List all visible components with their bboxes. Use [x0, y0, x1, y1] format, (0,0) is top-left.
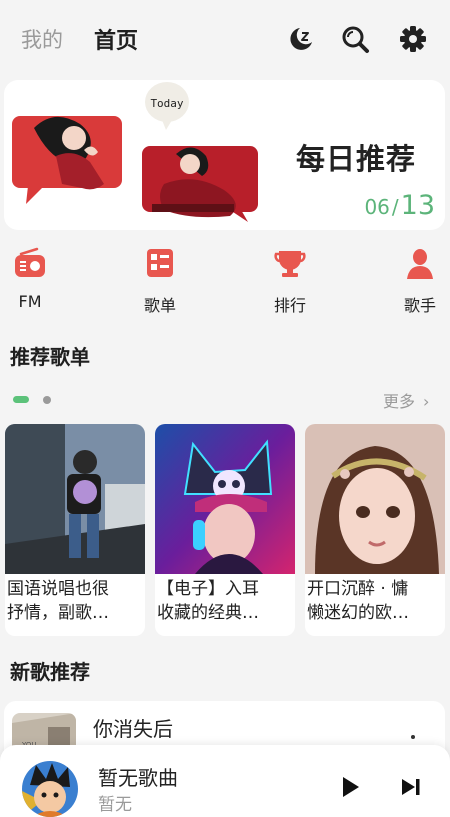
singer-icon	[407, 249, 433, 279]
today-bubble-text: Today	[150, 97, 183, 110]
nav-fm[interactable]: FM	[0, 246, 60, 311]
daily-slash: /	[391, 195, 399, 219]
carousel-dot-active[interactable]	[13, 396, 29, 403]
playlist-title-line: 【电子】入耳	[157, 579, 259, 599]
nav-rank-label: 排行	[273, 296, 306, 315]
nav-fm-label: FM	[18, 292, 42, 311]
quick-nav: FM 歌单 排行 歌手	[0, 246, 450, 318]
more-options-icon[interactable]	[411, 735, 415, 739]
playlist-title-line: 国语说唱也很	[7, 579, 109, 599]
player-artist: 暂无	[98, 795, 132, 815]
song-title: 你消失后	[93, 717, 173, 741]
playlist-cover	[305, 424, 445, 574]
daily-date: 06/13	[364, 190, 435, 221]
playlist-title-line: 收藏的经典…	[157, 603, 259, 623]
nav-playlist-label: 歌单	[143, 296, 176, 315]
player-avatar	[22, 761, 78, 817]
recommend-section-title: 推荐歌单	[10, 345, 90, 369]
top-bar: 我的 首页	[0, 0, 450, 76]
playlist-card[interactable]: 国语说唱也很 抒情，副歌…	[5, 424, 145, 636]
search-icon[interactable]	[340, 24, 370, 54]
daily-month: 06	[364, 195, 390, 219]
more-label: 更多	[383, 392, 416, 411]
chevron-right-icon: ›	[423, 392, 430, 411]
daily-day: 13	[400, 190, 435, 221]
playlist-title: 国语说唱也很 抒情，副歌…	[5, 577, 145, 625]
nav-singer[interactable]: 歌手	[390, 246, 450, 316]
daily-illustration: Today	[12, 82, 258, 222]
tab-mine[interactable]: 我的	[21, 24, 63, 54]
playlist-cover	[5, 424, 145, 574]
trophy-icon	[274, 251, 306, 277]
next-track-icon[interactable]	[400, 777, 422, 797]
playlist-title: 开口沉醉 · 慵 懒迷幻的欧…	[305, 577, 445, 625]
playlist-card[interactable]: 【电子】入耳 收藏的经典…	[155, 424, 295, 636]
playlist-title: 【电子】入耳 收藏的经典…	[155, 577, 295, 625]
gear-icon[interactable]	[398, 24, 428, 54]
moon-icon[interactable]	[286, 24, 316, 54]
playlist-title-line: 开口沉醉 · 慵	[307, 579, 409, 599]
player-song-title: 暂无歌曲	[98, 766, 178, 790]
playlist-card[interactable]: 开口沉醉 · 慵 懒迷幻的欧…	[305, 424, 445, 636]
nav-singer-label: 歌手	[403, 296, 436, 315]
player-bar[interactable]: 暂无歌曲 暂无	[0, 745, 450, 817]
nav-playlist[interactable]: 歌单	[130, 246, 190, 316]
radio-icon	[15, 247, 45, 277]
playlist-cover	[155, 424, 295, 574]
playlist-icon	[147, 249, 173, 277]
playlist-title-line: 抒情，副歌…	[7, 603, 109, 623]
daily-recommend-card[interactable]: Today 每日推荐 06/13	[4, 80, 445, 230]
more-link[interactable]: 更多 ›	[383, 388, 429, 412]
new-songs-section-title: 新歌推荐	[10, 660, 90, 684]
play-icon[interactable]	[341, 775, 361, 799]
playlist-title-line: 懒迷幻的欧…	[307, 603, 409, 623]
nav-rank[interactable]: 排行	[260, 246, 320, 316]
daily-title: 每日推荐	[296, 142, 417, 176]
carousel-dot[interactable]	[43, 396, 51, 404]
tab-home[interactable]: 首页	[94, 23, 138, 55]
